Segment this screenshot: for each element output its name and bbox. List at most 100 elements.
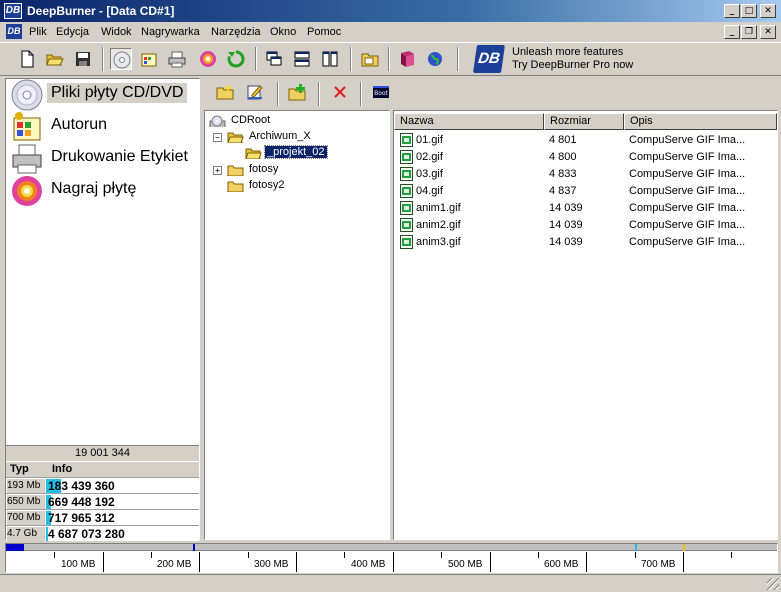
tree-item-folder[interactable]: _projekt_02 bbox=[245, 145, 385, 161]
capacity-value: 4 687 073 280 bbox=[48, 527, 125, 541]
autorun-icon[interactable] bbox=[138, 48, 160, 70]
ruler-minor-tick bbox=[248, 552, 249, 558]
delete-icon[interactable] bbox=[329, 81, 351, 103]
globe-icon[interactable] bbox=[424, 48, 446, 70]
ruler-tick-label: 500 MB bbox=[448, 559, 483, 570]
file-size: 14 039 bbox=[549, 202, 583, 214]
nav-label: Autorun bbox=[51, 116, 108, 133]
document-icon[interactable]: DB bbox=[6, 24, 22, 39]
file-description: CompuServe GIF Ima... bbox=[629, 219, 746, 231]
app-icon: DB bbox=[4, 3, 22, 19]
folder-tree: CDRoot − Archiwum_X _projekt_02 + fotosy… bbox=[204, 110, 390, 540]
close-button[interactable]: ✕ bbox=[760, 4, 776, 18]
file-row[interactable]: 01.gif 4 801 CompuServe GIF Ima... bbox=[394, 132, 777, 149]
ruler-tick bbox=[296, 552, 297, 572]
expand-toggle[interactable]: + bbox=[213, 166, 222, 175]
file-size: 14 039 bbox=[549, 236, 583, 248]
boot-icon[interactable]: Boot bbox=[370, 81, 392, 103]
file-row[interactable]: 04.gif 4 837 CompuServe GIF Ima... bbox=[394, 183, 777, 200]
column-name[interactable]: Nazwa bbox=[394, 113, 544, 130]
capacity-row: 193 Mb 183 439 360 bbox=[6, 477, 199, 493]
menu-widok[interactable]: Widok bbox=[101, 26, 132, 38]
cd-icon bbox=[11, 79, 43, 111]
column-size[interactable]: Rozmiar bbox=[544, 113, 624, 130]
ruler-tick bbox=[199, 552, 200, 572]
ruler-used-fill bbox=[6, 544, 24, 551]
print-icon[interactable] bbox=[166, 48, 188, 70]
menu-pomoc[interactable]: Pomoc bbox=[307, 26, 341, 38]
mdi-minimize-button[interactable]: _ bbox=[724, 25, 740, 39]
header-info: Info bbox=[52, 463, 73, 475]
tree-item-folder[interactable]: Archiwum_X bbox=[227, 129, 377, 145]
gif-file-icon bbox=[400, 150, 413, 164]
ruler-minor-tick bbox=[441, 552, 442, 558]
gif-file-icon bbox=[400, 201, 413, 215]
file-name: 04.gif bbox=[416, 185, 443, 197]
tile-vertical-icon[interactable] bbox=[319, 48, 341, 70]
open-icon[interactable] bbox=[44, 48, 66, 70]
title-bar: DB DeepBurner - [Data CD#1] _ □ ✕ bbox=[0, 0, 781, 22]
tree-item-folder[interactable]: fotosy bbox=[227, 162, 377, 178]
menu-nagrywarka[interactable]: Nagrywarka bbox=[141, 26, 200, 38]
resize-grip[interactable] bbox=[767, 578, 779, 590]
file-row[interactable]: anim1.gif 14 039 CompuServe GIF Ima... bbox=[394, 200, 777, 217]
deepburner-pro-logo[interactable]: DB bbox=[473, 45, 505, 73]
file-description: CompuServe GIF Ima... bbox=[629, 202, 746, 214]
gif-file-icon bbox=[400, 235, 413, 249]
ruler-minor-tick bbox=[731, 552, 732, 558]
capacity-row: 700 Mb 717 965 312 bbox=[6, 509, 199, 525]
refresh-icon[interactable] bbox=[225, 48, 247, 70]
minimize-button[interactable]: _ bbox=[724, 4, 740, 18]
capacity-value: 717 965 312 bbox=[48, 511, 115, 525]
nav-item-cd-files[interactable]: Pliki płyty CD/DVD bbox=[9, 79, 197, 111]
file-name: 03.gif bbox=[416, 168, 443, 180]
nav-item-burn[interactable]: Nagraj płytę bbox=[9, 175, 197, 207]
tree-label: Archiwum_X bbox=[249, 130, 311, 142]
capacity-type: 700 Mb bbox=[7, 511, 45, 525]
cascade-icon[interactable] bbox=[263, 48, 285, 70]
file-row[interactable]: anim3.gif 14 039 CompuServe GIF Ima... bbox=[394, 234, 777, 251]
file-description: CompuServe GIF Ima... bbox=[629, 236, 746, 248]
ruler-minor-tick bbox=[344, 552, 345, 558]
menu-plik[interactable]: Plik bbox=[29, 26, 47, 38]
autorun-icon bbox=[13, 112, 41, 141]
rename-icon[interactable] bbox=[244, 81, 266, 103]
mdi-close-button[interactable]: ✕ bbox=[760, 25, 776, 39]
tree-item-root[interactable]: CDRoot bbox=[209, 113, 379, 129]
data-cd-icon[interactable] bbox=[110, 48, 132, 70]
nav-label: Drukowanie Etykiet bbox=[51, 148, 188, 165]
book-icon[interactable] bbox=[396, 48, 418, 70]
menu-edycja[interactable]: Edycja bbox=[56, 26, 89, 38]
file-list: Nazwa Rozmiar Opis 01.gif 4 801 CompuServe… bbox=[393, 110, 778, 540]
mdi-restore-button[interactable]: ❐ bbox=[741, 25, 757, 39]
file-size: 4 837 bbox=[549, 185, 577, 197]
capacity-type: 193 Mb bbox=[7, 479, 45, 493]
file-row[interactable]: anim2.gif 14 039 CompuServe GIF Ima... bbox=[394, 217, 777, 234]
new-folder-icon[interactable] bbox=[214, 81, 236, 103]
file-row[interactable]: 02.gif 4 800 CompuServe GIF Ima... bbox=[394, 149, 777, 166]
window-title: DeepBurner - [Data CD#1] bbox=[27, 4, 175, 18]
ruler-tick bbox=[490, 552, 491, 572]
menu-okno[interactable]: Okno bbox=[270, 26, 296, 38]
add-files-icon[interactable] bbox=[286, 81, 308, 103]
file-row[interactable]: 03.gif 4 833 CompuServe GIF Ima... bbox=[394, 166, 777, 183]
gif-file-icon bbox=[400, 133, 413, 147]
tree-label: fotosy bbox=[249, 163, 279, 175]
new-icon[interactable] bbox=[16, 48, 38, 70]
menu-narzedzia[interactable]: Narzędzia bbox=[211, 26, 261, 38]
file-size: 4 833 bbox=[549, 168, 577, 180]
tile-horizontal-icon[interactable] bbox=[291, 48, 313, 70]
burn-icon[interactable] bbox=[197, 48, 219, 70]
capacity-type: 4.7 Gb bbox=[7, 527, 45, 541]
nav-item-autorun[interactable]: Autorun bbox=[9, 111, 197, 143]
tree-item-folder[interactable]: fotosy2 bbox=[227, 178, 377, 194]
promo-text[interactable]: Unleash more features Try DeepBurner Pro… bbox=[512, 46, 633, 72]
folder-icon[interactable] bbox=[359, 48, 381, 70]
save-icon[interactable] bbox=[72, 48, 94, 70]
column-description[interactable]: Opis bbox=[624, 113, 777, 130]
collapse-toggle[interactable]: − bbox=[213, 133, 222, 142]
maximize-button[interactable]: □ bbox=[741, 4, 757, 18]
folder-open-icon bbox=[245, 148, 262, 159]
nav-item-label-print[interactable]: Drukowanie Etykiet bbox=[9, 143, 197, 175]
ruler-tick bbox=[683, 552, 684, 572]
